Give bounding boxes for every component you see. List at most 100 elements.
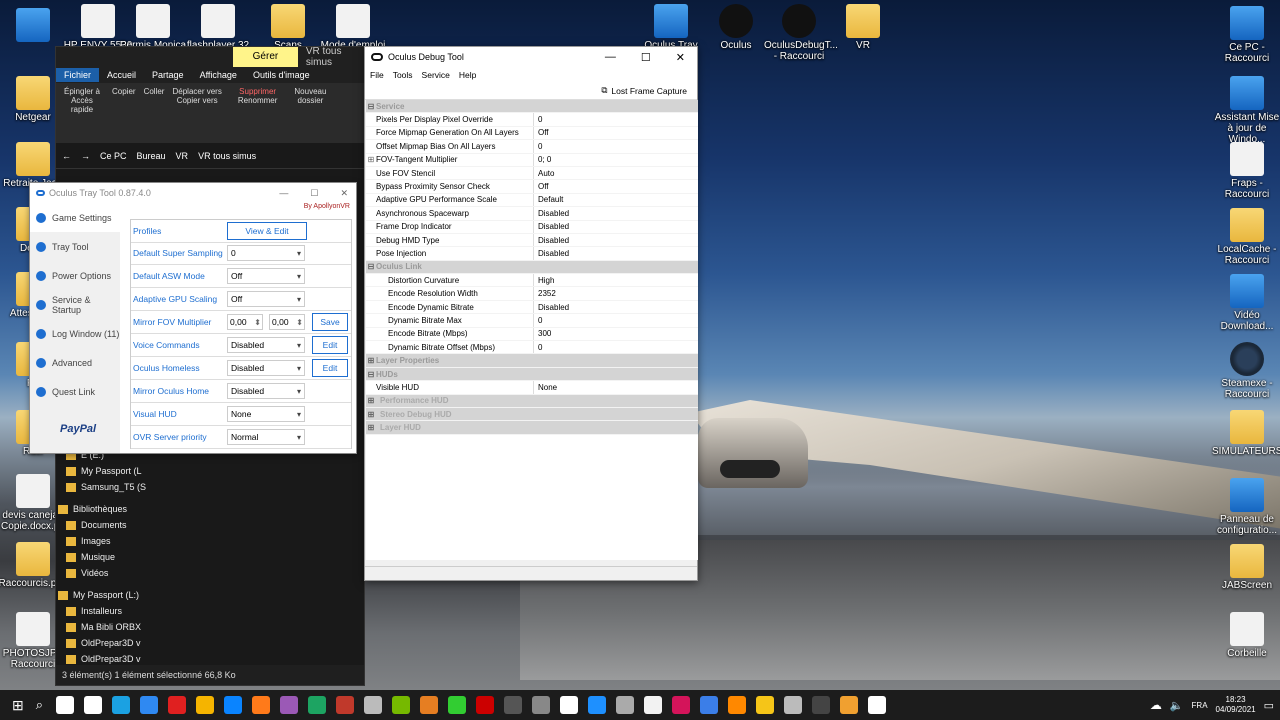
maximize-icon[interactable]: ☐	[641, 51, 651, 64]
menu-file[interactable]: File	[370, 70, 384, 80]
oculus-tray-tool-window[interactable]: Oculus Tray Tool 0.87.4.0 — ☐ ✕ By Apoll…	[29, 182, 357, 454]
taskbar-app-icon[interactable]	[224, 696, 243, 714]
taskbar-app-icon[interactable]	[868, 696, 887, 714]
lost-frame-capture-button[interactable]: Lost Frame Capture	[611, 86, 687, 96]
delete-button[interactable]: Supprimer	[238, 87, 278, 96]
nav-item[interactable]: My Passport (L	[66, 463, 151, 479]
taskbar-app-icon[interactable]	[728, 696, 747, 714]
paste-button[interactable]: Coller	[144, 87, 165, 139]
taskbar-app-icon[interactable]	[56, 696, 75, 714]
property-row-use-fov-stencil[interactable]: Use FOV Stencil Auto	[366, 166, 698, 181]
taskbar-app-icon[interactable]	[700, 696, 719, 714]
property-value[interactable]: 0	[534, 142, 542, 151]
lost-frame-capture-icon[interactable]: ⧉	[601, 85, 607, 96]
language-indicator[interactable]: FRA	[1192, 701, 1208, 710]
search-icon[interactable]: ⌕	[36, 697, 43, 713]
taskbar-app-icon[interactable]	[644, 696, 663, 714]
desktop-icon[interactable]: flashplayer 32	[183, 4, 253, 51]
taskbar-app-icon[interactable]	[560, 696, 579, 714]
tray-nav-quest-link[interactable]: Quest Link	[30, 377, 120, 406]
taskbar-app-icon[interactable]	[364, 696, 383, 714]
ovr-server-priority-dropdown[interactable]: Normal	[227, 429, 305, 445]
property-row-encode-resolution-width[interactable]: Encode Resolution Width 2352	[366, 287, 698, 301]
nav-item[interactable]: Installeurs	[66, 603, 151, 619]
new-folder-button[interactable]: Nouveau dossier	[293, 87, 327, 139]
property-grid[interactable]: ⊟ Service Pixels Per Display Pixel Overrid…	[366, 100, 698, 560]
property-value[interactable]: Auto	[534, 169, 554, 178]
tray-nav-service-startup[interactable]: Service & Startup	[30, 290, 120, 319]
property-row-force-mipmap-generation-on-all-layers[interactable]: Force Mipmap Generation On All Layers Off	[366, 126, 698, 141]
property-row-dynamic-bitrate-max[interactable]: Dynamic Bitrate Max 0	[366, 314, 698, 328]
property-row-encode-dynamic-bitrate[interactable]: Encode Dynamic Bitrate Disabled	[366, 300, 698, 315]
oculus-homeless-edit-button[interactable]: Edit	[312, 359, 348, 377]
adaptive-gpu-scaling-dropdown[interactable]: Off	[227, 291, 305, 307]
taskbar-app-icon[interactable]	[476, 696, 495, 714]
desktop-icon[interactable]: Panneau de configuratio...	[1212, 478, 1280, 536]
taskbar-app-icon[interactable]	[532, 696, 551, 714]
expand-toggle-icon[interactable]: ⊞	[366, 356, 376, 365]
desktop-icon[interactable]: Fraps - Raccourci	[1212, 142, 1280, 200]
mirror-fov-multiplier-save-button[interactable]: Save	[312, 313, 348, 331]
desktop-icon[interactable]: JABScreen	[1212, 544, 1280, 591]
profiles-view-edit-button[interactable]: View & Edit	[227, 222, 307, 240]
mirror-oculus-home-dropdown[interactable]: Disabled	[227, 383, 305, 399]
nav-item[interactable]: Documents	[66, 517, 151, 533]
property-row-adaptive-gpu-performance-scale[interactable]: Adaptive GPU Performance Scale Default	[366, 193, 698, 208]
property-value[interactable]: Off	[534, 128, 549, 137]
back-arrow-icon[interactable]: ←	[62, 151, 71, 161]
expand-toggle-icon[interactable]: ⊞	[366, 410, 376, 419]
desktop-icon[interactable]: LocalCache - Raccourci	[1212, 208, 1280, 266]
taskbar-app-icon[interactable]	[448, 696, 467, 714]
manage-tab[interactable]: Gérer	[233, 47, 298, 67]
property-value[interactable]: Disabled	[534, 236, 569, 245]
property-row-performance-hud[interactable]: ⊞ Performance HUD	[366, 394, 698, 408]
property-row-fov-tangent-multiplier[interactable]: ⊞ FOV-Tangent Multiplier 0; 0	[366, 153, 698, 167]
visual-hud-dropdown[interactable]: None	[227, 406, 305, 422]
property-row-debug-hmd-type[interactable]: Debug HMD Type Disabled	[366, 233, 698, 248]
taskbar-app-icon[interactable]	[196, 696, 215, 714]
taskbar-app-icon[interactable]	[840, 696, 859, 714]
debug-titlebar[interactable]: Oculus Debug Tool — ☐ ✕	[365, 47, 697, 67]
property-value[interactable]: Disabled	[534, 209, 569, 218]
breadcrumb-bureau[interactable]: Bureau	[137, 151, 166, 161]
tab-accueil[interactable]: Accueil	[99, 68, 144, 82]
nav-item[interactable]: Vidéos	[66, 565, 151, 581]
property-value[interactable]: 0; 0	[534, 155, 551, 164]
default-super-sampling-dropdown[interactable]: 0	[227, 245, 305, 261]
menu-tools[interactable]: Tools	[393, 70, 413, 80]
tray-minimize-icon[interactable]: —	[279, 188, 288, 199]
fov-multiplier-h-stepper[interactable]: 0,00	[227, 314, 263, 330]
taskbar-app-icon[interactable]	[784, 696, 803, 714]
tray-nav-advanced[interactable]: Advanced	[30, 348, 120, 377]
minimize-icon[interactable]: —	[605, 51, 616, 64]
property-row-dynamic-bitrate-offset-mbps[interactable]: Dynamic Bitrate Offset (Mbps) 0	[366, 341, 698, 355]
voice-commands-dropdown[interactable]: Disabled	[227, 337, 305, 353]
property-row-layer-properties[interactable]: ⊞ Layer Properties	[366, 354, 698, 368]
notifications-icon[interactable]: ▭	[1264, 699, 1274, 712]
property-row-stereo-debug-hud[interactable]: ⊞ Stereo Debug HUD	[366, 407, 698, 422]
close-icon[interactable]: ✕	[676, 51, 685, 64]
expand-toggle-icon[interactable]: ⊟	[366, 102, 376, 111]
property-row-oculus-link[interactable]: ⊟ Oculus Link	[366, 260, 698, 275]
voice-commands-edit-button[interactable]: Edit	[312, 336, 348, 354]
nav-item[interactable]: Musique	[66, 549, 151, 565]
taskbar-app-icon[interactable]	[140, 696, 159, 714]
property-value[interactable]: 0	[534, 343, 542, 352]
desktop-icon[interactable]	[0, 8, 68, 44]
desktop-icon[interactable]: Assistant Mise à jour de Windo...	[1212, 76, 1280, 145]
menu-service[interactable]: Service	[422, 70, 450, 80]
property-row-huds[interactable]: ⊟ HUDs	[366, 367, 698, 382]
cloud-icon[interactable]: ☁	[1150, 698, 1162, 712]
taskbar-app-icon[interactable]	[812, 696, 831, 714]
property-value[interactable]: High	[534, 276, 554, 285]
desktop-icon[interactable]: VR	[828, 4, 898, 51]
taskbar-app-icon[interactable]	[420, 696, 439, 714]
tab-affichage[interactable]: Affichage	[192, 68, 245, 82]
property-value[interactable]: 2352	[534, 289, 556, 298]
property-row-pose-injection[interactable]: Pose Injection Disabled	[366, 247, 698, 261]
expand-toggle-icon[interactable]: ⊞	[366, 396, 376, 405]
taskbar-app-icon[interactable]	[392, 696, 411, 714]
taskbar-app-icon[interactable]	[308, 696, 327, 714]
tray-nav-log-window-11[interactable]: Log Window (11)	[30, 319, 120, 348]
desktop-icon[interactable]: Ce PC - Raccourci	[1212, 6, 1280, 64]
